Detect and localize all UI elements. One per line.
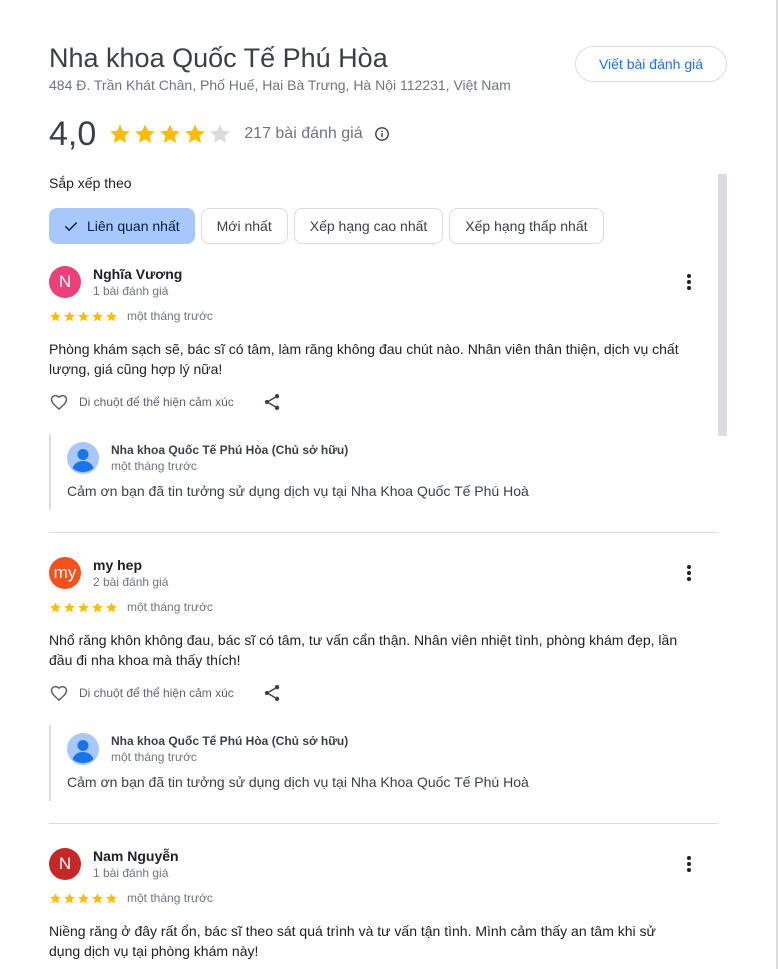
star-filled-icon [78, 892, 89, 903]
review-stars [49, 601, 119, 614]
scrollbar-thumb[interactable] [718, 174, 727, 436]
review-divider [49, 823, 718, 824]
star-empty-icon [210, 124, 231, 143]
owner-name: Nha khoa Quốc Tế Phú Hòa (Chủ sở hữu) [111, 443, 349, 457]
review-stars-row: một tháng trước [49, 309, 213, 323]
review-time: một tháng trước [127, 891, 213, 905]
owner-avatar [67, 442, 99, 474]
star-filled-icon [185, 124, 206, 143]
star-filled-icon [64, 892, 75, 903]
sort-label: Sắp xếp theo [49, 175, 132, 191]
review-time: một tháng trước [127, 309, 213, 323]
sort-chip-label: Xếp hạng cao nhất [309, 218, 428, 234]
info-icon[interactable] [374, 126, 390, 142]
review-actions: Di chuột để thể hiện cảm xúc [49, 681, 282, 705]
sort-chip-label: Mới nhất [216, 218, 272, 234]
business-title: Nha khoa Quốc Tế Phú Hòa [49, 43, 388, 73]
heart-icon[interactable] [49, 683, 69, 703]
sort-chip-relevant[interactable]: Liên quan nhất [49, 208, 195, 244]
write-review-button[interactable]: Viết bài đánh giá [575, 46, 727, 82]
review-count[interactable]: 217 bài đánh giá [244, 125, 362, 143]
more-options-button[interactable] [677, 270, 701, 294]
star-filled-icon [92, 892, 103, 903]
review-text: Nhổ răng khôn không đau, bác sĩ có tâm, … [49, 632, 678, 668]
sort-chip-lowest[interactable]: Xếp hạng thấp nhất [449, 208, 604, 244]
review-stars [49, 892, 119, 905]
sort-chip-label: Liên quan nhất [87, 218, 180, 234]
react-hint: Di chuột để thể hiện cảm xúc [79, 686, 234, 700]
business-header: Nha khoa Quốc Tế Phú Hòa 484 Đ. Trần Khá… [49, 42, 511, 93]
reviewer-review-count: 2 bài đánh giá [93, 575, 169, 589]
share-icon[interactable] [262, 683, 282, 703]
star-filled-icon [92, 601, 103, 612]
owner-name: Nha khoa Quốc Tế Phú Hòa (Chủ sở hữu) [111, 734, 349, 748]
more-vert-icon [687, 565, 691, 581]
review-item: N Nam Nguyễn 1 bài đánh giá một tháng tr… [49, 848, 718, 968]
owner-reply-time: một tháng trước [111, 459, 197, 473]
more-options-button[interactable] [677, 852, 701, 876]
star-filled-icon [50, 892, 61, 903]
heart-icon[interactable] [49, 392, 69, 412]
check-icon [64, 222, 78, 232]
star-filled-icon [50, 310, 61, 321]
reviewer-name[interactable]: Nam Nguyễn [93, 848, 179, 864]
avatar[interactable]: my [49, 557, 81, 589]
business-address: 484 Đ. Trần Khát Chân, Phố Huế, Hai Bà T… [49, 77, 511, 93]
star-filled-icon [106, 601, 117, 612]
owner-reply-text: Cảm ơn bạn đã tin tưởng sử dụng dịch vụ … [67, 483, 529, 499]
review-text: Phòng khám sạch sẽ, bác sĩ có tâm, làm r… [49, 341, 679, 377]
avatar[interactable]: N [49, 266, 81, 298]
sort-chip-label: Xếp hạng thấp nhất [465, 218, 588, 234]
sort-chip-highest[interactable]: Xếp hạng cao nhất [293, 208, 444, 244]
star-filled-icon [135, 124, 156, 143]
review-stars [49, 310, 119, 323]
star-filled-icon [160, 124, 181, 143]
share-icon[interactable] [262, 392, 282, 412]
reviewer-name[interactable]: Nghĩa Vương [93, 266, 182, 282]
rating-value: 4,0 [49, 114, 97, 153]
owner-reply: Nha khoa Quốc Tế Phú Hòa (Chủ sở hữu) mộ… [49, 725, 649, 801]
review-actions: Di chuột để thể hiện cảm xúc [49, 390, 282, 414]
owner-reply-time: một tháng trước [111, 750, 197, 764]
star-filled-icon [106, 892, 117, 903]
more-vert-icon [687, 856, 691, 872]
review-stars-row: một tháng trước [49, 600, 213, 614]
more-vert-icon [687, 274, 691, 290]
star-filled-icon [64, 601, 75, 612]
review-time: một tháng trước [127, 600, 213, 614]
owner-avatar [67, 733, 99, 765]
review-item: N Nghĩa Vương 1 bài đánh giá một tháng t… [49, 266, 718, 526]
more-options-button[interactable] [677, 561, 701, 585]
avatar[interactable]: N [49, 848, 81, 880]
reviewer-name[interactable]: my hep [93, 557, 142, 573]
review-divider [49, 532, 718, 533]
star-filled-icon [110, 124, 131, 143]
review-stars-row: một tháng trước [49, 891, 213, 905]
sort-chips: Liên quan nhất Mới nhất Xếp hạng cao nhấ… [49, 208, 610, 244]
star-filled-icon [78, 310, 89, 321]
react-hint: Di chuột để thể hiện cảm xúc [79, 395, 234, 409]
rating-stars [108, 122, 233, 146]
star-filled-icon [78, 601, 89, 612]
owner-reply: Nha khoa Quốc Tế Phú Hòa (Chủ sở hữu) mộ… [49, 434, 649, 510]
reviewer-review-count: 1 bài đánh giá [93, 284, 169, 298]
overall-rating: 4,0 217 bài đánh giá [49, 112, 390, 156]
sort-chip-newest[interactable]: Mới nhất [200, 208, 288, 244]
review-item: my my hep 2 bài đánh giá một tháng trước… [49, 557, 718, 817]
star-filled-icon [64, 310, 75, 321]
star-filled-icon [92, 310, 103, 321]
star-filled-icon [106, 310, 117, 321]
reviewer-review-count: 1 bài đánh giá [93, 866, 169, 880]
owner-reply-text: Cảm ơn bạn đã tin tưởng sử dụng dịch vụ … [67, 774, 529, 790]
review-text: Niềng răng ở đây rất ổn, bác sĩ theo sát… [49, 923, 656, 959]
star-filled-icon [50, 601, 61, 612]
